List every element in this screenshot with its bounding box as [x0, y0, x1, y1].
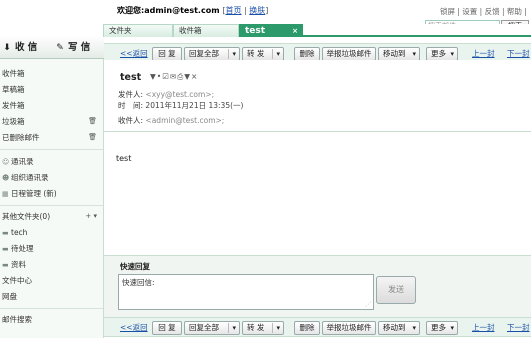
- org-contacts-icon: ☻: [2, 174, 10, 182]
- time-value: 2011年11月21日 13:35(一): [145, 101, 244, 110]
- message-toolbar-bottom: <<返回 回 复 回复全部 转 发 删除 举报垃圾邮件 移动到 更多 上一封 下…: [104, 317, 531, 337]
- sidebar-item-org-contacts[interactable]: ☻ 组织通讯录: [0, 170, 103, 185]
- move-to-dropdown[interactable]: 移动到: [378, 47, 420, 61]
- message-action-icons[interactable]: ▼•☑✉⎙▼×: [150, 72, 198, 82]
- welcome-text: 欢迎您:admin@test.com [首页 | 换肤]: [117, 6, 269, 15]
- download-icon: ⬇: [3, 43, 11, 53]
- receive-mail-button[interactable]: ⬇ 收 信: [0, 40, 48, 56]
- tab-folders[interactable]: 文件夹: [103, 24, 173, 37]
- reply-all-button[interactable]: 回复全部: [184, 321, 240, 335]
- report-spam-button[interactable]: 举报垃圾邮件: [322, 47, 376, 61]
- compose-row: ⬇ 收 信 ✎ 写 信: [0, 37, 104, 59]
- write-mail-button[interactable]: ✎ 写 信: [53, 40, 101, 56]
- to-value[interactable]: <admin@test.com>;: [145, 116, 224, 125]
- message-header: test ▼•☑✉⎙▼× 发件人: <xyy@test.com>; 时 间: 2…: [104, 60, 531, 132]
- back-link[interactable]: <<返回: [120, 322, 148, 333]
- contacts-icon: ☺: [2, 158, 10, 166]
- to-row: 收件人: <admin@test.com>;: [118, 115, 224, 126]
- time-label: 时 间:: [118, 101, 144, 110]
- sidebar-item-file-center[interactable]: 文件中心: [0, 273, 103, 288]
- close-tab-icon[interactable]: ×: [292, 25, 298, 37]
- delete-button[interactable]: 删除: [294, 47, 320, 61]
- home-link[interactable]: 首页: [225, 6, 241, 15]
- sidebar-divider: [0, 205, 103, 206]
- sidebar: ⬇ 收 信 ✎ 写 信 收件箱 草稿箱 发件箱 垃圾箱 🗑 已删除邮件 🗑 ☺ 通…: [0, 37, 104, 338]
- time-row: 时 间: 2011年11月21日 13:35(一): [118, 100, 243, 111]
- sidebar-item-spam[interactable]: 垃圾箱 🗑: [0, 114, 103, 129]
- trash-icon[interactable]: 🗑: [88, 114, 97, 129]
- move-to-dropdown[interactable]: 移动到: [378, 321, 420, 335]
- back-link[interactable]: <<返回: [120, 48, 148, 59]
- to-label: 收件人:: [118, 116, 144, 125]
- calendar-icon: ▦: [2, 190, 9, 198]
- more-dropdown[interactable]: 更多: [426, 47, 458, 61]
- tab-inbox[interactable]: 收件箱: [173, 24, 239, 37]
- delete-button[interactable]: 删除: [294, 321, 320, 335]
- trash-icon[interactable]: 🗑: [88, 130, 97, 145]
- top-links[interactable]: 锁屏 | 设置 | 反馈 | 帮助 |: [440, 6, 527, 17]
- folder-actions[interactable]: + ▾: [85, 209, 97, 224]
- sidebar-item-folder-tech[interactable]: ▬ tech: [0, 225, 103, 240]
- from-row: 发件人: <xyy@test.com>;: [118, 89, 214, 100]
- next-message-link[interactable]: 下一封: [507, 322, 530, 333]
- from-value[interactable]: <xyy@test.com>;: [145, 90, 214, 99]
- prev-message-link[interactable]: 上一封: [472, 322, 495, 333]
- message-body: test: [116, 154, 132, 163]
- sidebar-item-contacts[interactable]: ☺ 通讯录: [0, 154, 103, 169]
- from-label: 发件人:: [118, 90, 144, 99]
- sidebar-item-inbox[interactable]: 收件箱: [0, 66, 103, 81]
- send-button[interactable]: 发送: [376, 276, 416, 304]
- pencil-icon: ✎: [56, 43, 64, 53]
- quick-reply-input[interactable]: 快速回信: ⋰: [118, 274, 374, 310]
- sidebar-item-folder-resources[interactable]: ▬ 资料: [0, 257, 103, 272]
- switch-skin-link[interactable]: 换肤: [249, 6, 265, 15]
- tab-strip: 文件夹 收件箱 test ×: [103, 24, 531, 37]
- reply-button[interactable]: 回 复: [152, 321, 182, 335]
- reply-button[interactable]: 回 复: [152, 47, 182, 61]
- tab-message-test[interactable]: test ×: [239, 24, 303, 37]
- reply-all-button[interactable]: 回复全部: [184, 47, 240, 61]
- sidebar-item-folder-pending[interactable]: ▬ 待处理: [0, 241, 103, 256]
- resize-grip-icon[interactable]: ⋰: [365, 301, 371, 308]
- folder-icon: ▬: [2, 245, 9, 253]
- sidebar-item-deleted[interactable]: 已删除邮件 🗑: [0, 130, 103, 145]
- message-subject: test: [120, 72, 142, 83]
- folder-icon: ▬: [2, 229, 9, 237]
- forward-button[interactable]: 转 发: [242, 47, 284, 61]
- folder-icon: ▬: [2, 261, 9, 269]
- prev-message-link[interactable]: 上一封: [472, 48, 495, 59]
- sidebar-divider: [0, 308, 103, 309]
- sidebar-item-sent[interactable]: 发件箱: [0, 98, 103, 113]
- sidebar-divider: [0, 149, 103, 150]
- quick-reply-panel: 快速回复 快速回信: ⋰ 发送: [104, 255, 531, 317]
- sidebar-item-other-folders[interactable]: 其他文件夹(0) + ▾: [0, 209, 103, 224]
- next-message-link[interactable]: 下一封: [507, 48, 530, 59]
- sidebar-item-netdisk[interactable]: 网盘: [0, 289, 103, 304]
- welcome-label: 欢迎您:admin@test.com: [117, 6, 220, 15]
- sidebar-item-mail-search[interactable]: 邮件搜索: [0, 312, 103, 327]
- sidebar-item-calendar[interactable]: ▦ 日程管理 (新): [0, 186, 103, 201]
- forward-button[interactable]: 转 发: [242, 321, 284, 335]
- sidebar-item-drafts[interactable]: 草稿箱: [0, 82, 103, 97]
- quick-reply-label: 快速回复: [120, 262, 150, 271]
- more-dropdown[interactable]: 更多: [426, 321, 458, 335]
- report-spam-button[interactable]: 举报垃圾邮件: [322, 321, 376, 335]
